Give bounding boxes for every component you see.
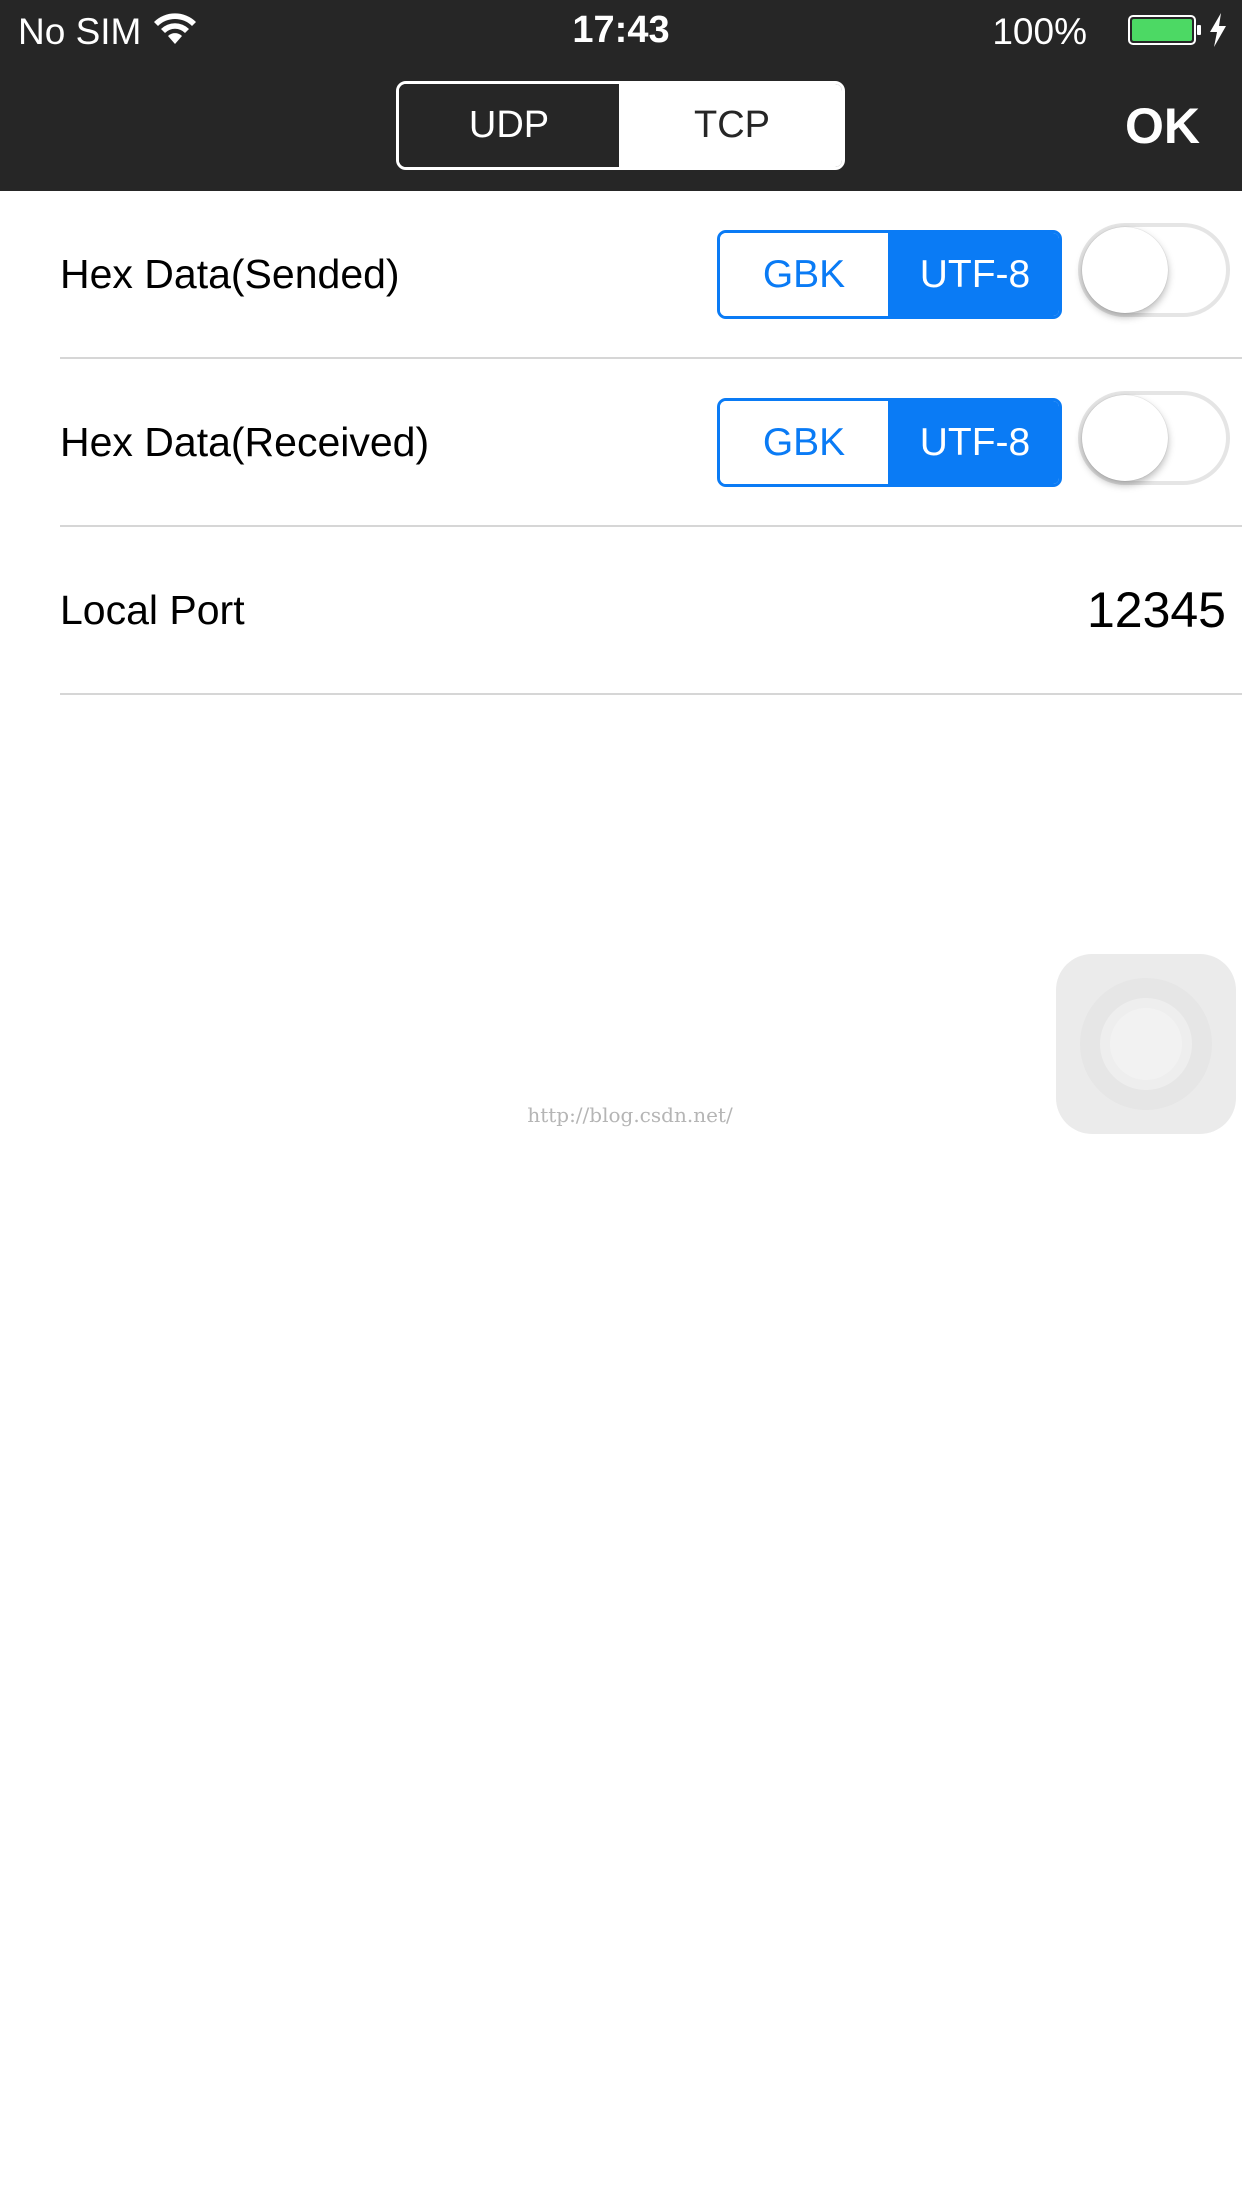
protocol-segmented-control[interactable]: UDP TCP	[396, 81, 845, 170]
segment-utf8[interactable]: UTF-8	[888, 401, 1059, 484]
assistive-touch-button[interactable]	[1056, 954, 1236, 1134]
local-port-label: Local Port	[60, 587, 245, 633]
hex-sended-label: Hex Data(Sended)	[60, 251, 400, 297]
bolt-icon	[1210, 13, 1226, 47]
local-port-row[interactable]: Local Port 12345	[60, 527, 1242, 695]
watermark-text: http://blog.csdn.net/	[527, 1103, 733, 1127]
ok-button[interactable]: OK	[1125, 96, 1200, 156]
navigation-bar: No SIM 17:43 100% UDP TCP OK	[0, 0, 1242, 191]
toggle-knob	[1082, 395, 1168, 481]
hex-received-label: Hex Data(Received)	[60, 419, 430, 465]
battery-icon	[1128, 15, 1201, 45]
segment-gbk[interactable]: GBK	[720, 401, 888, 484]
hex-received-row: Hex Data(Received) GBK UTF-8	[60, 359, 1242, 527]
assistive-touch-dot	[1110, 1008, 1182, 1080]
toggle-knob	[1082, 227, 1168, 313]
hex-received-toggle[interactable]	[1078, 391, 1230, 485]
segment-gbk[interactable]: GBK	[720, 233, 888, 316]
hex-sended-encoding-control[interactable]: GBK UTF-8	[717, 230, 1062, 319]
local-port-value[interactable]: 12345	[1087, 527, 1226, 693]
segment-utf8[interactable]: UTF-8	[888, 233, 1059, 316]
battery-percentage: 100%	[992, 11, 1087, 52]
segment-udp[interactable]: UDP	[399, 84, 619, 167]
hex-sended-row: Hex Data(Sended) GBK UTF-8	[60, 191, 1242, 359]
hex-received-encoding-control[interactable]: GBK UTF-8	[717, 398, 1062, 487]
segment-tcp[interactable]: TCP	[619, 84, 842, 167]
hex-sended-toggle[interactable]	[1078, 223, 1230, 317]
